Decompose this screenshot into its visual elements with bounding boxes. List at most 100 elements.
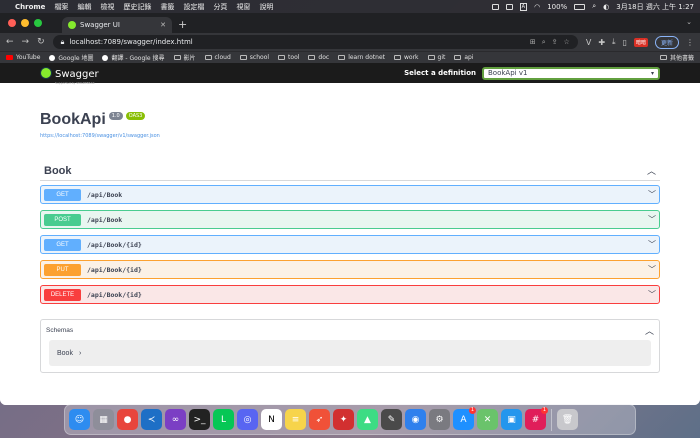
control-center-icon[interactable]: ◐ (603, 3, 609, 11)
bookmark-label: YouTube (16, 54, 41, 61)
menubar-app-name[interactable]: Chrome (15, 3, 45, 11)
bookmark-folder[interactable]: api (454, 54, 474, 61)
zoom-window-button[interactable] (34, 19, 42, 27)
schema-book[interactable]: Book › (49, 340, 651, 366)
operation-delete-book[interactable]: DELETE /api/Book/{id} ﹀ (40, 285, 660, 304)
new-tab-button[interactable]: + (178, 18, 187, 31)
definition-select[interactable]: BookApi v1 ▾ (482, 66, 660, 80)
operation-put-book[interactable]: PUT /api/Book/{id} ﹀ (40, 260, 660, 279)
folder-icon (659, 55, 667, 60)
schemas-title: Schemas (46, 326, 74, 334)
update-button[interactable]: 更新 (654, 35, 679, 49)
menu-view[interactable]: 檢視 (100, 2, 114, 12)
slack-icon[interactable]: #1 (525, 407, 548, 430)
share-icon[interactable]: ⇪ (552, 38, 558, 47)
menu-edit[interactable]: 編輯 (77, 2, 91, 12)
swift-icon[interactable]: ➶ (309, 409, 330, 430)
bookmark-folder[interactable]: school (239, 54, 269, 61)
other-bookmarks[interactable]: 其他書籤 (659, 53, 694, 62)
bookmark-folder[interactable]: doc (308, 54, 329, 61)
discord-icon[interactable]: ◎ (237, 409, 258, 430)
chevron-down-icon[interactable]: ﹀ (648, 189, 656, 200)
launchpad-icon[interactable]: ▦ (93, 409, 114, 430)
close-tab-icon[interactable]: ✕ (160, 21, 166, 29)
download-icon[interactable]: ⤓ (612, 37, 616, 47)
profile-badge[interactable]: 暗暗 (633, 37, 648, 47)
forward-icon[interactable]: → (22, 37, 30, 47)
translate-icon[interactable]: ⊞ (530, 38, 536, 47)
schemas-header[interactable]: Schemas ︿ (41, 320, 659, 340)
bookmark-translate[interactable]: 翻譯 - Google 搜尋 (102, 53, 165, 62)
bookmark-folder[interactable]: cloud (204, 54, 231, 61)
maps-icon[interactable]: ◉ (405, 409, 426, 430)
tag-header-book[interactable]: Book ︿ (40, 161, 660, 181)
chevron-down-icon[interactable]: ﹀ (648, 239, 656, 250)
address-bar[interactable]: 🔒︎ localhost:7089/swagger/index.html ⊞ ⌕… (52, 35, 578, 49)
chevron-up-icon[interactable]: ︿ (645, 324, 654, 337)
dock-glyph: 🗑 (561, 414, 574, 425)
operation-post-book[interactable]: POST /api/Book ﹀ (40, 210, 660, 229)
menu-history[interactable]: 歷史記錄 (123, 2, 151, 12)
menu-help[interactable]: 說明 (259, 2, 273, 12)
status-icon[interactable] (505, 3, 513, 10)
extensions-icon[interactable]: ✚ (598, 38, 605, 47)
extension-v-icon[interactable]: V (586, 38, 591, 47)
menu-window[interactable]: 視窗 (236, 2, 250, 12)
trash-icon[interactable]: 🗑 (557, 409, 578, 430)
menubar-clock[interactable]: 3月18日 週六 上午 1:27 (616, 2, 694, 12)
line-icon[interactable]: L (213, 409, 234, 430)
notion-icon[interactable]: N (261, 409, 282, 430)
mac-menubar: Chrome 檔案 編輯 檢視 歷史記錄 書籤 設定檔 分頁 視窗 說明 A ◠… (0, 0, 700, 13)
chevron-down-icon[interactable]: ﹀ (648, 264, 656, 275)
minimize-window-button[interactable] (21, 19, 29, 27)
bookmark-star-icon[interactable]: ☆ (564, 38, 570, 47)
operation-get-book-by-id[interactable]: GET /api/Book/{id} ﹀ (40, 235, 660, 254)
site-info-icon[interactable]: 🔒︎ (61, 38, 65, 47)
bookmark-folder[interactable]: git (427, 54, 445, 61)
tab-search-icon[interactable]: ⌄ (686, 18, 692, 26)
close-window-button[interactable] (8, 19, 16, 27)
browser-tab[interactable]: Swagger UI ✕ (62, 17, 172, 33)
spotlight-icon[interactable]: ⌕ (592, 2, 596, 11)
menu-bookmarks[interactable]: 書籤 (160, 2, 174, 12)
bookmark-folder[interactable]: 影片 (173, 53, 196, 62)
input-source-icon[interactable]: A (519, 2, 528, 11)
back-icon[interactable]: ← (6, 37, 14, 47)
bookmark-folder[interactable]: work (394, 54, 419, 61)
instruments-icon[interactable]: ✎ (381, 409, 402, 430)
bookmark-folder[interactable]: tool (278, 54, 299, 61)
android-studio-icon[interactable]: ▲ (357, 409, 378, 430)
terminal-icon[interactable]: >_ (189, 409, 210, 430)
scrapbook-icon[interactable]: ✦ (333, 409, 354, 430)
search-icon[interactable]: ⌕ (542, 38, 546, 47)
wifi-icon[interactable]: ◠ (534, 3, 540, 11)
more-menu-icon[interactable]: ⋮ (686, 38, 694, 47)
docker-icon[interactable]: ▣ (501, 409, 522, 430)
swagger-logo[interactable]: Swagger Supported by SMARTBEAR (40, 62, 99, 85)
operation-get-books[interactable]: GET /api/Book ﹀ (40, 185, 660, 204)
xcode-icon[interactable]: ✕ (477, 409, 498, 430)
bookmark-youtube[interactable]: YouTube (6, 54, 40, 61)
dock-glyph: ≺ (147, 414, 156, 425)
menu-profiles[interactable]: 設定檔 (183, 2, 204, 12)
status-icon[interactable] (491, 3, 499, 10)
side-panel-icon[interactable]: ▯ (623, 38, 627, 47)
notes-icon[interactable]: ≡ (285, 409, 306, 430)
spec-link[interactable]: https://localhost:7089/swagger/v1/swagge… (40, 133, 660, 139)
menu-file[interactable]: 檔案 (54, 2, 68, 12)
bookmark-folder[interactable]: learn dotnet (338, 54, 385, 61)
chevron-up-icon[interactable]: ︿ (647, 164, 656, 177)
system-preferences-icon[interactable]: ⚙ (429, 409, 450, 430)
chevron-down-icon[interactable]: ﹀ (648, 289, 656, 300)
vscode-icon[interactable]: ≺ (141, 409, 162, 430)
url-text[interactable]: localhost:7089/swagger/index.html (69, 38, 192, 46)
menu-tab[interactable]: 分頁 (213, 2, 227, 12)
reload-icon[interactable]: ↻ (37, 37, 45, 47)
finder-icon[interactable]: ☺ (69, 409, 90, 430)
visual-studio-icon[interactable]: ∞ (165, 409, 186, 430)
chevron-down-icon[interactable]: ﹀ (648, 214, 656, 225)
dock-glyph: ◉ (411, 414, 420, 425)
chrome-icon[interactable]: ● (117, 409, 138, 430)
app-store-icon[interactable]: A1 (453, 407, 476, 430)
battery-icon[interactable] (574, 3, 586, 10)
